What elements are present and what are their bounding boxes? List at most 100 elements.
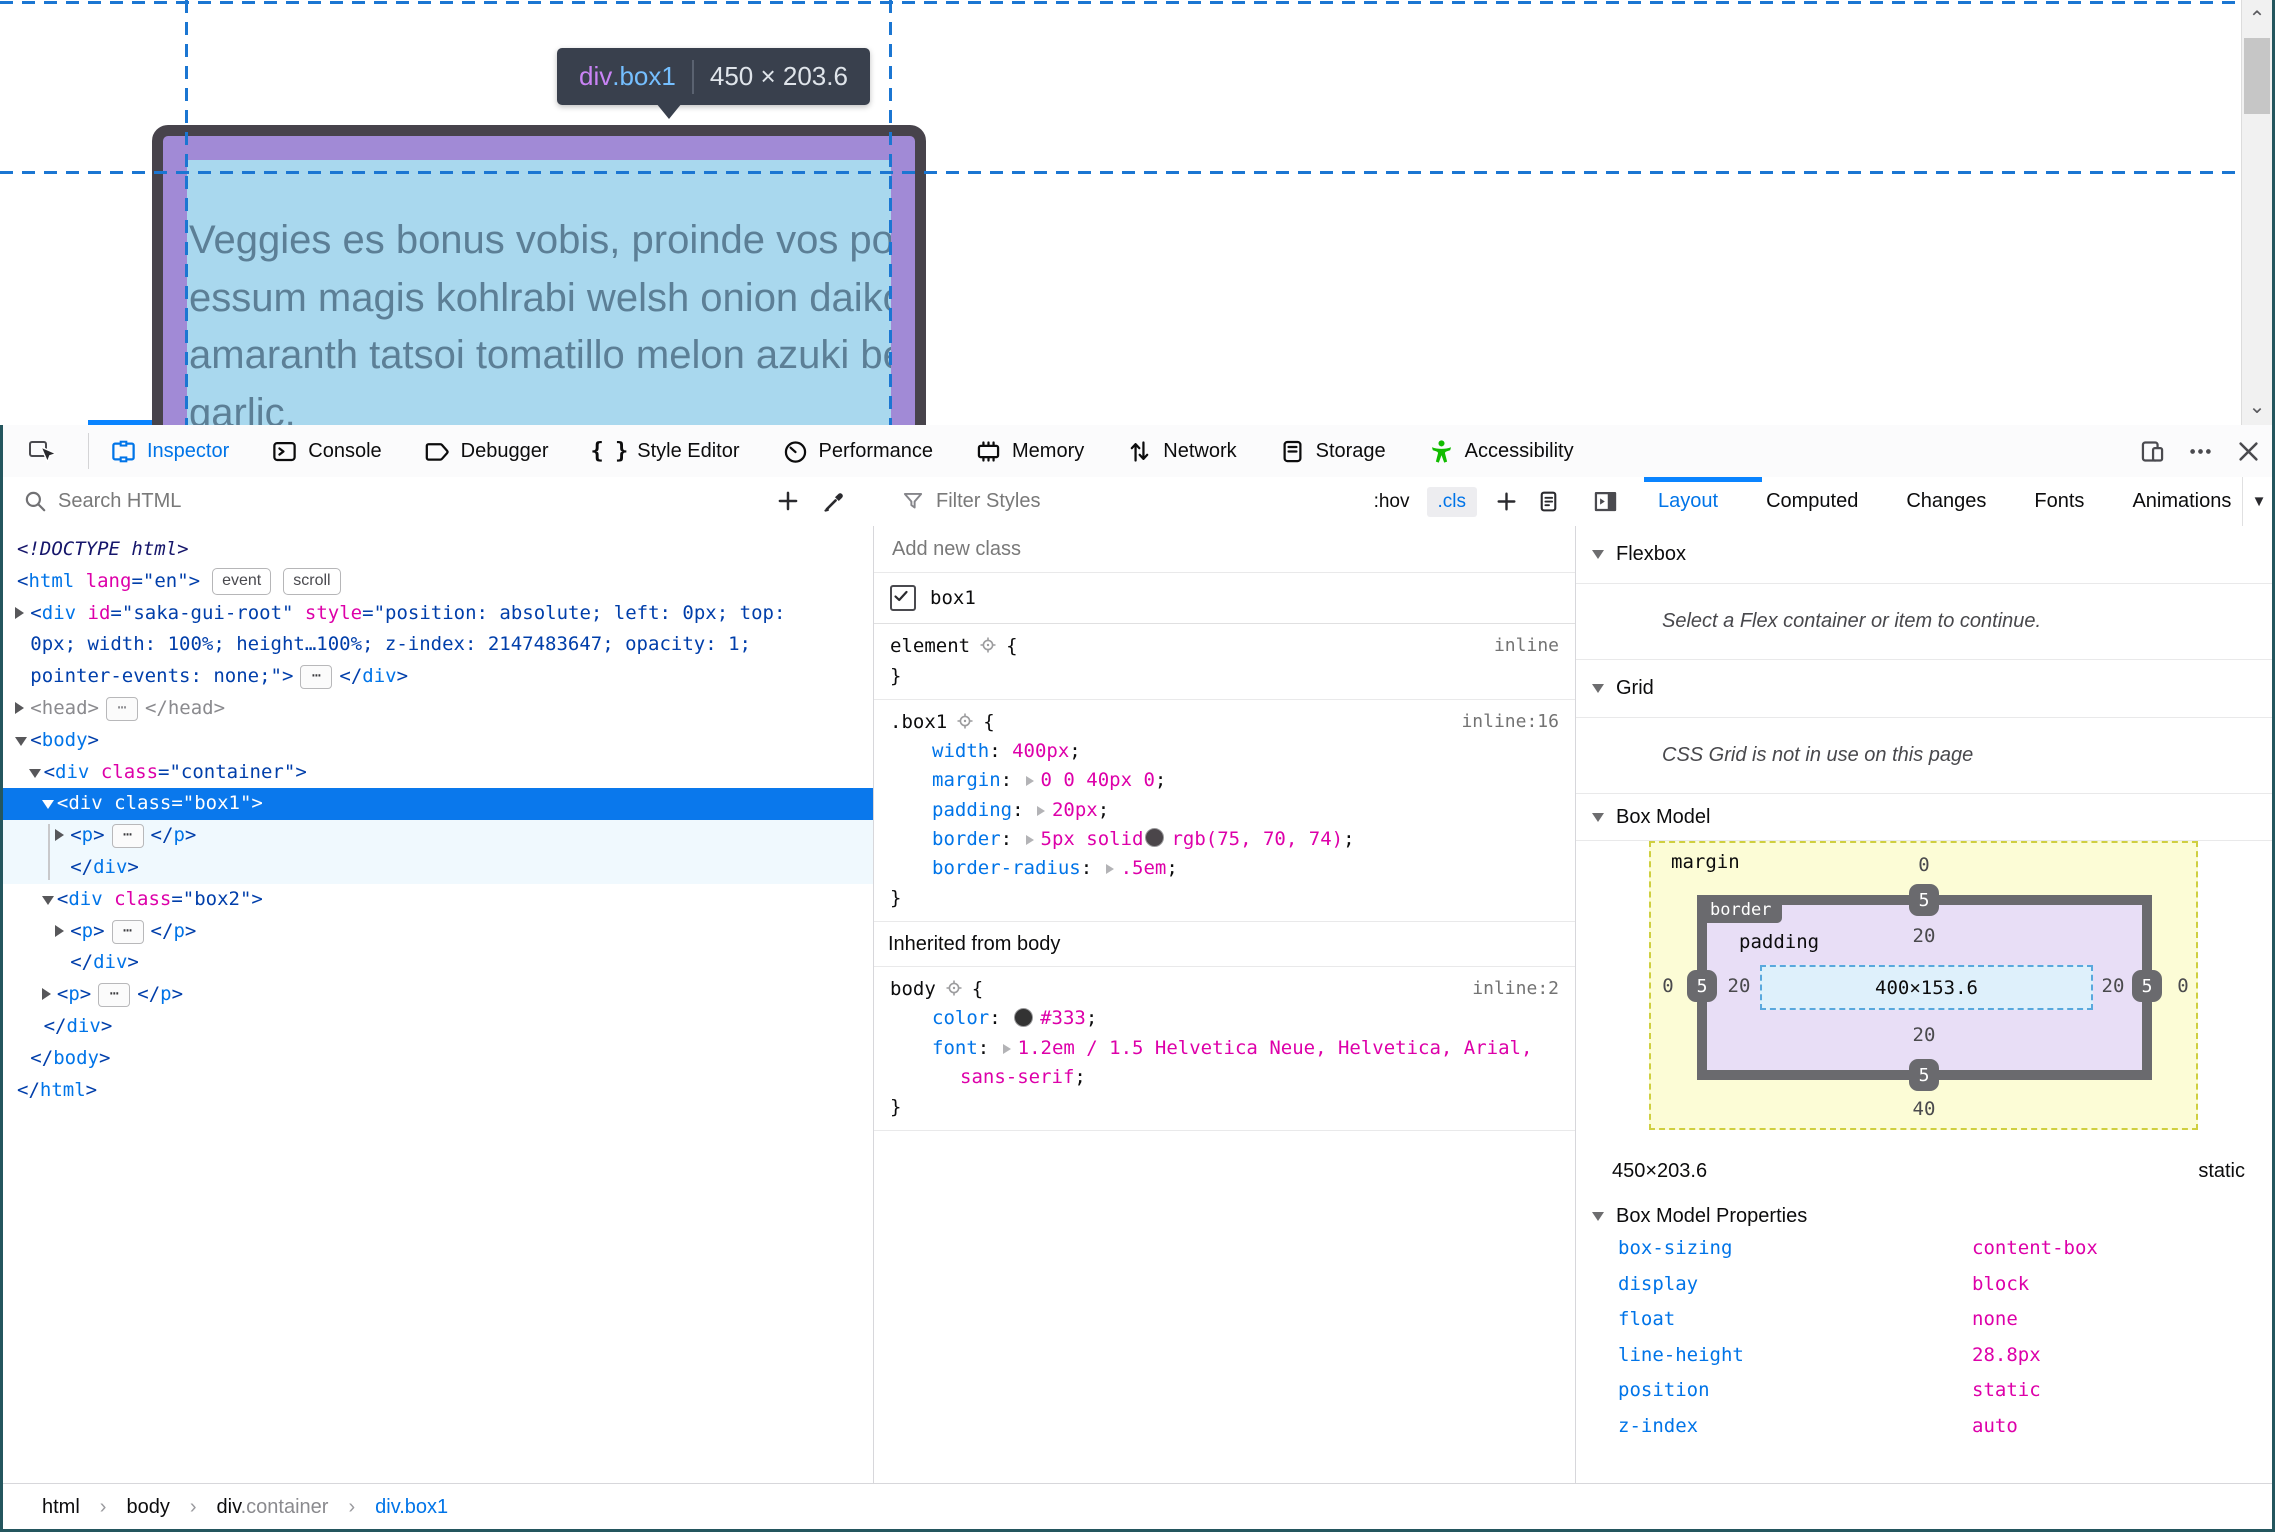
devtools-tab-storage[interactable]: Storage — [1258, 425, 1407, 477]
css-declaration[interactable]: padding: 20px; — [874, 796, 1575, 825]
close-devtools-icon[interactable] — [2231, 434, 2265, 468]
tree-row[interactable]: <div class="box2"> — [0, 884, 873, 916]
content-box[interactable]: 400×153.6 — [1760, 965, 2093, 1010]
twisty-collapsed-icon[interactable] — [55, 924, 65, 937]
node-badge-scroll[interactable]: scroll — [283, 567, 341, 595]
rule-source-link[interactable]: inline:2 — [1472, 974, 1559, 1004]
padding-left-value[interactable]: 20 — [1728, 975, 1751, 997]
devtools-tab-memory[interactable]: Memory — [954, 425, 1105, 477]
tree-row[interactable]: pointer-events: none;"> ⋯ </div> — [0, 661, 873, 693]
expand-inline-icon[interactable]: ⋯ — [98, 983, 131, 1008]
expand-inline-icon[interactable]: ⋯ — [111, 919, 144, 944]
tree-row[interactable]: <p> ⋯ </p> — [0, 979, 873, 1011]
rule-selector[interactable]: element — [890, 635, 970, 657]
add-new-class-input[interactable]: Add new class — [874, 526, 1575, 573]
expand-shorthand-icon[interactable] — [1105, 864, 1114, 875]
page-scrollbar[interactable]: ⌃ ⌄ — [2241, 0, 2272, 425]
devtools-menu-icon[interactable] — [2183, 434, 2217, 468]
tree-row[interactable]: <p> ⋯ </p> — [0, 820, 873, 852]
class-checkbox[interactable] — [890, 585, 916, 611]
css-declaration[interactable]: border-radius: .5em; — [874, 854, 1575, 883]
add-rule-icon[interactable] — [1494, 489, 1519, 514]
twisty-collapsed-icon[interactable] — [55, 829, 65, 842]
property-name[interactable]: z-index — [1618, 1409, 1698, 1444]
tree-row[interactable]: </div> — [0, 851, 873, 884]
expand-shorthand-icon[interactable] — [1002, 1043, 1011, 1054]
css-declaration[interactable]: margin: 0 0 40px 0; — [874, 766, 1575, 795]
expand-shorthand-icon[interactable] — [1036, 805, 1045, 816]
search-input[interactable]: Search HTML — [58, 477, 181, 526]
property-name[interactable]: box-sizing — [1618, 1231, 1732, 1266]
boxmodel-section-header[interactable]: Box Model — [1576, 794, 2275, 841]
flexbox-section-header[interactable]: Flexbox — [1576, 526, 2275, 584]
devtools-tab-debugger[interactable]: Debugger — [403, 425, 570, 477]
color-swatch[interactable] — [1145, 828, 1165, 848]
padding-right-value[interactable]: 20 — [2102, 975, 2125, 997]
tree-row[interactable]: <div id="saka-gui-root" style="position:… — [0, 598, 873, 630]
class-toggle-button[interactable]: .cls — [1426, 486, 1477, 517]
responsive-design-mode-icon[interactable] — [2135, 434, 2169, 468]
devtools-tab-style-editor[interactable]: { } Style Editor — [570, 425, 761, 477]
expand-shorthand-icon[interactable] — [1025, 834, 1034, 845]
margin-right-value[interactable]: 0 — [2177, 975, 2188, 997]
tree-row[interactable]: <div class="container"> — [0, 757, 873, 789]
tree-row[interactable]: <!DOCTYPE html> — [0, 534, 873, 566]
scroll-down-icon[interactable]: ⌄ — [2242, 394, 2272, 419]
color-swatch[interactable] — [1014, 1007, 1034, 1027]
property-name[interactable]: position — [1618, 1373, 1710, 1408]
css-declaration[interactable]: width: 400px; — [874, 737, 1575, 766]
pseudo-class-button[interactable]: :hov — [1374, 491, 1410, 513]
expand-inline-icon[interactable]: ⋯ — [105, 696, 138, 721]
twisty-collapsed-icon[interactable] — [41, 988, 51, 1001]
padding-bottom-value[interactable]: 20 — [1913, 1024, 1936, 1046]
expand-inline-icon[interactable]: ⋯ — [300, 665, 333, 690]
margin-bottom-value[interactable]: 40 — [1913, 1098, 1936, 1120]
css-declaration[interactable]: border: 5px solid rgb(75, 70, 74); — [874, 825, 1575, 854]
padding-top-value[interactable]: 20 — [1913, 925, 1936, 947]
scrollbar-thumb[interactable] — [2244, 38, 2270, 114]
highlight-selector-target-icon[interactable] — [955, 710, 975, 730]
tree-row[interactable]: <body> — [0, 725, 873, 757]
css-declaration[interactable]: sans-serif; — [874, 1063, 1575, 1092]
scroll-up-icon[interactable]: ⌃ — [2242, 6, 2272, 31]
boxmodel-properties-header[interactable]: Box Model Properties — [1576, 1198, 2275, 1234]
tree-row[interactable]: <head> ⋯ </head> — [0, 693, 873, 725]
eyedropper-icon[interactable] — [822, 488, 848, 514]
rule-selector[interactable]: .box1 — [890, 711, 947, 733]
breadcrumb-item-div-box1[interactable]: div.box1 — [375, 1496, 448, 1519]
twisty-expanded-icon[interactable] — [15, 736, 28, 746]
highlight-selector-target-icon[interactable] — [978, 634, 998, 654]
margin-left-value[interactable]: 0 — [1662, 975, 1673, 997]
rule-selector[interactable]: body — [890, 978, 936, 1000]
border-bottom-value[interactable]: 5 — [1909, 1059, 1939, 1091]
rule-selector-row[interactable]: element { — [874, 631, 1575, 661]
twisty-collapsed-icon[interactable] — [15, 606, 25, 619]
devtools-tab-inspector[interactable]: Inspector — [89, 425, 250, 477]
add-node-icon[interactable] — [775, 488, 801, 514]
sidebar-tab-changes[interactable]: Changes — [1882, 477, 2010, 526]
node-badge-event[interactable]: event — [212, 567, 272, 595]
filter-styles-input[interactable]: Filter Styles — [936, 477, 1040, 526]
tree-row[interactable]: <p> ⋯ </p> — [0, 916, 873, 948]
property-name[interactable]: float — [1618, 1302, 1675, 1337]
expand-inline-icon[interactable]: ⋯ — [111, 824, 144, 849]
sidebar-tab-fonts[interactable]: Fonts — [2010, 477, 2108, 526]
twisty-expanded-icon[interactable] — [41, 895, 54, 905]
border-right-value[interactable]: 5 — [2132, 970, 2162, 1002]
css-declaration[interactable]: font: 1.2em / 1.5 Helvetica Neue, Helvet… — [874, 1034, 1575, 1063]
tree-row[interactable]: </body> — [0, 1043, 873, 1075]
sidebar-tab-computed[interactable]: Computed — [1742, 477, 1882, 526]
border-left-value[interactable]: 5 — [1687, 970, 1717, 1002]
tree-row[interactable]: 0px; width: 100%; height…100%; z-index: … — [0, 629, 873, 661]
twisty-expanded-icon[interactable] — [28, 768, 41, 778]
sidebar-tab-layout[interactable]: Layout — [1634, 477, 1742, 526]
devtools-tab-network[interactable]: Network — [1105, 425, 1257, 477]
property-name[interactable]: line-height — [1618, 1338, 1744, 1373]
css-declaration[interactable]: color: #333; — [874, 1004, 1575, 1033]
twisty-collapsed-icon[interactable] — [15, 701, 25, 714]
tab-overflow-dropdown[interactable]: ▼ — [2242, 477, 2275, 526]
grid-section-header[interactable]: Grid — [1576, 660, 2275, 718]
rule-selector-row[interactable]: body { — [874, 974, 1575, 1004]
rule-source-link[interactable]: inline:16 — [1461, 707, 1559, 737]
breadcrumb-item-div[interactable]: div.container — [217, 1496, 329, 1519]
